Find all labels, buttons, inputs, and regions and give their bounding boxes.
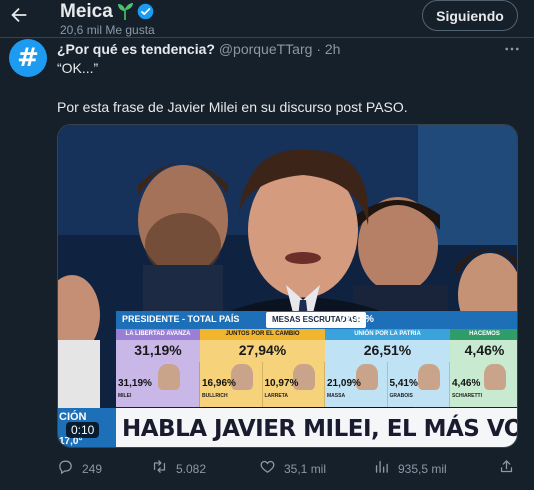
- party-name: HACEMOS: [450, 329, 517, 340]
- like-count: 35,1 mil: [284, 462, 327, 476]
- candidate-name: LARRETA: [264, 393, 289, 399]
- views-icon: [373, 458, 390, 480]
- party-name: LA LIBERTAD AVANZA: [116, 329, 200, 340]
- avatar[interactable]: #: [9, 39, 47, 77]
- reply-icon: [57, 458, 74, 480]
- following-button[interactable]: Siguiendo: [422, 0, 518, 31]
- candidate-value: 21,09%: [327, 378, 361, 389]
- tweet-video[interactable]: PRESIDENTE - TOTAL PAÍS MESAS ESCRUTADAS…: [57, 124, 518, 448]
- candidate: 16,96% BULLRICH: [200, 362, 263, 407]
- meta-separator: ·: [316, 41, 321, 57]
- candidate: 10,97% LARRETA: [263, 362, 325, 407]
- candidate: 21,09% MASSA: [325, 362, 388, 407]
- candidate-value: 4,46%: [452, 378, 481, 389]
- news-banner: HABLA JAVIER MILEI, EL MÁS VOTADO: [116, 408, 517, 447]
- sprout-icon: [116, 1, 134, 21]
- tweet-time[interactable]: 2h: [325, 41, 341, 57]
- party-name: JUNTOS POR EL CAMBIO: [200, 329, 325, 340]
- likes-count-subtitle: 20,6 mil Me gusta: [60, 23, 155, 37]
- share-button[interactable]: [498, 458, 515, 480]
- candidate: 4,46% SCHIARETTI: [450, 362, 517, 407]
- candidate-photo: [418, 364, 441, 390]
- retweet-icon: [151, 458, 168, 480]
- more-options-icon[interactable]: [503, 40, 521, 58]
- candidate-name: SCHIARETTI: [452, 393, 482, 399]
- party-total: 26,51%: [363, 342, 412, 358]
- reply-count: 249: [82, 462, 103, 476]
- graphic-title: PRESIDENTE - TOTAL PAÍS: [122, 314, 240, 324]
- tweet-handle[interactable]: @porqueTTarg: [219, 41, 313, 57]
- banner-text: HABLA JAVIER MILEI, EL MÁS VOTADO: [122, 416, 517, 442]
- like-button[interactable]: 35,1 mil: [259, 458, 326, 480]
- candidate-value: 31,19%: [118, 378, 152, 389]
- reply-button[interactable]: 249: [57, 458, 102, 480]
- candidate: 31,19% MILEI: [116, 362, 200, 407]
- views-button[interactable]: 935,5 mil: [373, 458, 447, 480]
- candidate-value: 16,96%: [202, 378, 236, 389]
- tweet-text-line1: “OK...”: [57, 60, 99, 76]
- party-panel: HACEMOS 4,46% 4,46% SCHIARETTI: [450, 329, 517, 407]
- profile-header: Meica 20,6 mil Me gusta Siguiendo: [0, 0, 534, 38]
- party-total: 31,19%: [134, 342, 182, 358]
- party-total: 4,46%: [464, 342, 505, 358]
- mesas-value: 77,45%: [340, 314, 374, 325]
- candidate-photo: [484, 364, 506, 390]
- candidate-name: BULLRICH: [202, 393, 228, 399]
- retweet-button[interactable]: 5.082: [151, 458, 206, 480]
- candidate-name: MILEI: [118, 393, 132, 399]
- graphic-title-bar: PRESIDENTE - TOTAL PAÍS MESAS ESCRUTADAS…: [116, 311, 517, 329]
- views-count: 935,5 mil: [398, 462, 447, 476]
- tweet-text-line2: Por esta frase de Javier Milei en su dis…: [57, 99, 408, 115]
- retweet-count: 5.082: [176, 462, 207, 476]
- candidate: 5,41% GRABOIS: [388, 362, 450, 407]
- tweet-actions: 249 5.082 35,1 mil 935,5 mil: [57, 458, 519, 482]
- candidate-value: 5,41%: [389, 378, 418, 389]
- party-panel: UNIÓN POR LA PATRIA 26,51% 21,09% MASSA …: [325, 329, 450, 407]
- tweet-meta: ¿Por qué es tendencia? @porqueTTarg · 2h: [57, 41, 340, 57]
- verified-badge-icon: [137, 3, 154, 20]
- party-total: 27,94%: [238, 342, 287, 358]
- video-timer: 0:10: [66, 422, 100, 438]
- arrow-left-icon[interactable]: [8, 4, 30, 26]
- candidate-name: MASSA: [327, 393, 346, 399]
- share-icon: [498, 458, 515, 480]
- candidate-name: GRABOIS: [389, 393, 413, 399]
- election-results-graphic: PRESIDENTE - TOTAL PAÍS MESAS ESCRUTADAS…: [116, 311, 517, 407]
- party-panel: JUNTOS POR EL CAMBIO 27,94% 16,96% BULLR…: [200, 329, 325, 407]
- heart-icon: [259, 458, 276, 480]
- party-name: UNIÓN POR LA PATRIA: [325, 329, 450, 340]
- tweet-author[interactable]: ¿Por qué es tendencia?: [57, 41, 215, 57]
- candidate-value: 10,97%: [264, 378, 299, 389]
- hashtag-icon: #: [17, 43, 39, 73]
- party-panel: LA LIBERTAD AVANZA 31,19% 31,19% MILEI: [116, 329, 200, 407]
- profile-name: Meica: [60, 1, 113, 22]
- candidate-photo: [157, 364, 180, 390]
